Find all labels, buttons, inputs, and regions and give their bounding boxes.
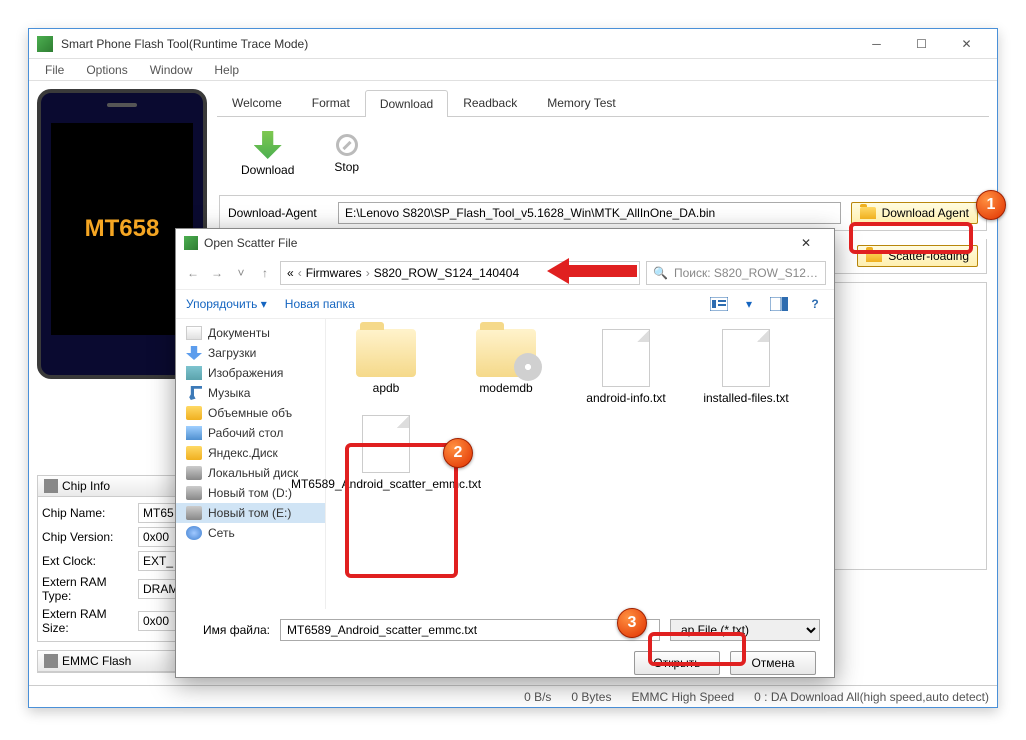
- folder-icon: [356, 329, 416, 377]
- menu-help[interactable]: Help: [210, 61, 243, 78]
- stop-button[interactable]: Stop: [334, 134, 359, 174]
- organize-button[interactable]: Упорядочить ▾: [186, 297, 267, 311]
- tab-memory-test[interactable]: Memory Test: [532, 89, 630, 116]
- stop-icon: [336, 134, 358, 156]
- tree-item[interactable]: Документы: [176, 323, 325, 343]
- preview-pane-icon[interactable]: [770, 297, 788, 311]
- annotation-badge-2: 2: [443, 438, 473, 468]
- search-input[interactable]: 🔍 Поиск: S820_ROW_S124_140404: [646, 261, 826, 285]
- ic-desktop-icon: [186, 426, 202, 440]
- file-item[interactable]: apdb: [336, 329, 436, 405]
- ic-disk-icon: [186, 466, 202, 480]
- tree-item[interactable]: Рабочий стол: [176, 423, 325, 443]
- document-icon: [602, 329, 650, 387]
- open-scatter-dialog: Open Scatter File ✕ ← → ˅ ↑ « ‹ Firmware…: [175, 228, 835, 678]
- chip-icon: [44, 479, 58, 493]
- nav-back-icon[interactable]: ←: [184, 266, 202, 280]
- view-dropdown-icon[interactable]: ▾: [746, 297, 752, 311]
- window-title: Smart Phone Flash Tool(Runtime Trace Mod…: [61, 37, 854, 51]
- document-icon: [722, 329, 770, 387]
- ic-doc-icon: [186, 326, 202, 340]
- maximize-button[interactable]: ☐: [899, 30, 944, 58]
- nav-forward-icon[interactable]: →: [208, 266, 226, 280]
- folder-tree[interactable]: ДокументыЗагрузкиИзображенияМузыкаОбъемн…: [176, 319, 326, 609]
- menu-file[interactable]: File: [41, 61, 68, 78]
- ic-disk-icon: [186, 506, 202, 520]
- annotation-badge-1: 1: [976, 190, 1006, 220]
- phone-chip-label: MT658: [51, 123, 193, 335]
- emmc-header: EMMC Flash: [62, 654, 131, 668]
- dialog-close-button[interactable]: ✕: [786, 236, 826, 250]
- ic-folder-icon: [186, 446, 202, 460]
- ic-dl-icon: [186, 346, 202, 360]
- nav-recent-icon[interactable]: ˅: [232, 266, 250, 280]
- annotation-highlight-3: [648, 632, 746, 666]
- file-item[interactable]: android-info.txt: [576, 329, 676, 405]
- menu-window[interactable]: Window: [146, 61, 197, 78]
- status-mode: EMMC High Speed: [631, 690, 734, 704]
- ic-folder-icon: [186, 406, 202, 420]
- chip-info-header: Chip Info: [62, 479, 110, 493]
- statusbar: 0 B/s 0 Bytes EMMC High Speed 0 : DA Dow…: [29, 685, 997, 707]
- search-icon: 🔍: [653, 266, 668, 280]
- ic-pic-icon: [186, 366, 202, 380]
- menubar: File Options Window Help: [29, 59, 997, 81]
- tree-item[interactable]: Сеть: [176, 523, 325, 543]
- tab-welcome[interactable]: Welcome: [217, 89, 297, 116]
- app-icon: [37, 36, 53, 52]
- download-button[interactable]: Download: [241, 131, 294, 177]
- annotation-highlight-1: [849, 222, 973, 254]
- close-button[interactable]: ✕: [944, 30, 989, 58]
- tree-item[interactable]: Яндекс.Диск: [176, 443, 325, 463]
- annotation-highlight-2: [345, 443, 458, 578]
- file-item[interactable]: installed-files.txt: [696, 329, 796, 405]
- tree-item[interactable]: Новый том (E:): [176, 503, 325, 523]
- ic-disk-icon: [186, 486, 202, 500]
- ic-net-icon: [186, 526, 202, 540]
- download-agent-path[interactable]: [338, 202, 841, 224]
- menu-options[interactable]: Options: [82, 61, 131, 78]
- view-options-icon[interactable]: [710, 297, 728, 311]
- status-usb: 0 : DA Download All(high speed,auto dete…: [754, 690, 989, 704]
- minimize-button[interactable]: ─: [854, 30, 899, 58]
- tab-format[interactable]: Format: [297, 89, 365, 116]
- folder-icon: [860, 207, 876, 219]
- annotation-arrow: [547, 258, 637, 284]
- help-icon[interactable]: ?: [806, 297, 824, 311]
- tree-item[interactable]: Изображения: [176, 363, 325, 383]
- tab-strip: Welcome Format Download Readback Memory …: [217, 89, 989, 117]
- download-arrow-icon: [254, 131, 282, 159]
- download-agent-button[interactable]: Download Agent: [851, 202, 978, 224]
- filename-label: Имя файла:: [190, 623, 270, 637]
- tree-item[interactable]: Музыка: [176, 383, 325, 403]
- tab-readback[interactable]: Readback: [448, 89, 532, 116]
- dialog-title: Open Scatter File: [204, 236, 786, 250]
- status-speed: 0 B/s: [524, 690, 551, 704]
- status-bytes: 0 Bytes: [571, 690, 611, 704]
- tree-item[interactable]: Объемные объ: [176, 403, 325, 423]
- nav-up-icon[interactable]: ↑: [256, 266, 274, 280]
- titlebar: Smart Phone Flash Tool(Runtime Trace Mod…: [29, 29, 997, 59]
- chevron-down-icon: ▾: [261, 297, 267, 311]
- annotation-badge-3: 3: [617, 608, 647, 638]
- new-folder-button[interactable]: Новая папка: [285, 297, 355, 311]
- tree-item[interactable]: Загрузки: [176, 343, 325, 363]
- folder-cd-icon: [476, 329, 536, 377]
- flash-icon: [44, 654, 58, 668]
- filename-input[interactable]: [280, 619, 660, 641]
- tab-download[interactable]: Download: [365, 90, 448, 117]
- dialog-icon: [184, 236, 198, 250]
- download-agent-label: Download-Agent: [228, 206, 328, 220]
- file-item[interactable]: modemdb: [456, 329, 556, 405]
- ic-music-icon: [186, 386, 202, 400]
